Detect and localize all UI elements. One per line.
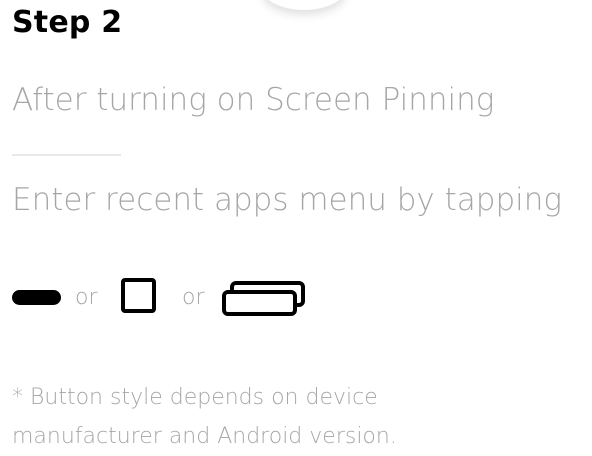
footnote: * Button style depends on device manufac… — [12, 378, 572, 456]
instruction-line-1: After turning on Screen Pinning — [12, 82, 495, 118]
footnote-line-2: manufacturer and Android version. — [12, 424, 397, 449]
divider — [12, 154, 121, 156]
top-shadow-decoration — [262, 0, 346, 10]
footnote-line-1: * Button style depends on device — [12, 385, 378, 410]
instruction-line-2: Enter recent apps menu by tapping — [12, 182, 562, 218]
or-label-2: or — [182, 285, 205, 310]
pill-button-icon — [12, 290, 61, 305]
square-button-icon — [121, 278, 156, 313]
recent-apps-button-icon — [222, 281, 305, 316]
or-label-1: or — [75, 285, 98, 310]
step-title: Step 2 — [12, 5, 123, 40]
